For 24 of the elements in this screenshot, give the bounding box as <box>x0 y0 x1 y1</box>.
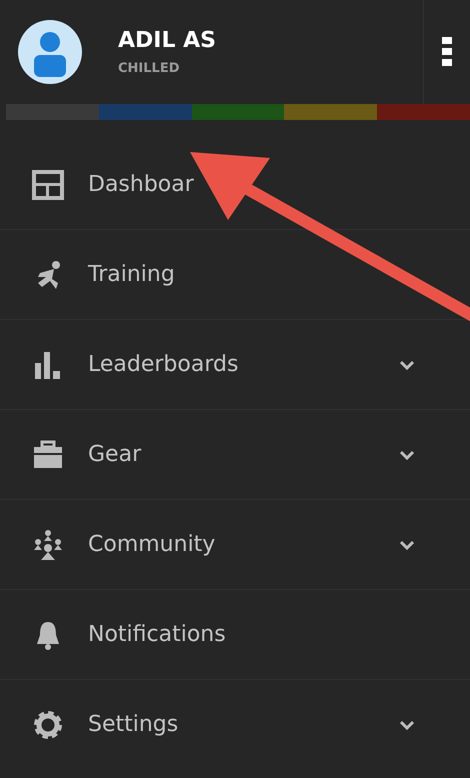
chevron-down-icon[interactable] <box>400 360 414 370</box>
menu-item[interactable]: Community <box>0 500 470 590</box>
chevron-down-icon[interactable] <box>400 450 414 460</box>
menu-item[interactable]: Settings <box>0 680 470 769</box>
settings-icon <box>32 708 64 740</box>
menu-label: Notifications <box>88 622 227 647</box>
menu-label: Gear <box>88 442 142 467</box>
menu-item[interactable]: Training <box>0 230 470 320</box>
chevron-down-icon[interactable] <box>400 720 414 730</box>
menu-label: Leaderboards <box>88 352 240 377</box>
chevron-down-icon[interactable] <box>400 540 414 550</box>
menu-item[interactable]: Notifications <box>0 590 470 680</box>
briefcase-icon <box>32 438 64 470</box>
people-group-icon <box>32 528 64 560</box>
menu-label: Dashboar <box>88 172 195 197</box>
avatar-icon[interactable] <box>18 20 82 84</box>
menu-label: Settings <box>88 712 180 737</box>
menu-item[interactable]: Gear <box>0 410 470 500</box>
dashboard-icon <box>32 168 64 200</box>
menu-label: Training <box>88 262 176 287</box>
menu-item[interactable]: Leaderboards <box>0 320 470 410</box>
menu-label: Community <box>88 532 216 557</box>
user-status: CHILLED <box>118 61 180 76</box>
user-name: ADIL AS <box>118 28 218 53</box>
